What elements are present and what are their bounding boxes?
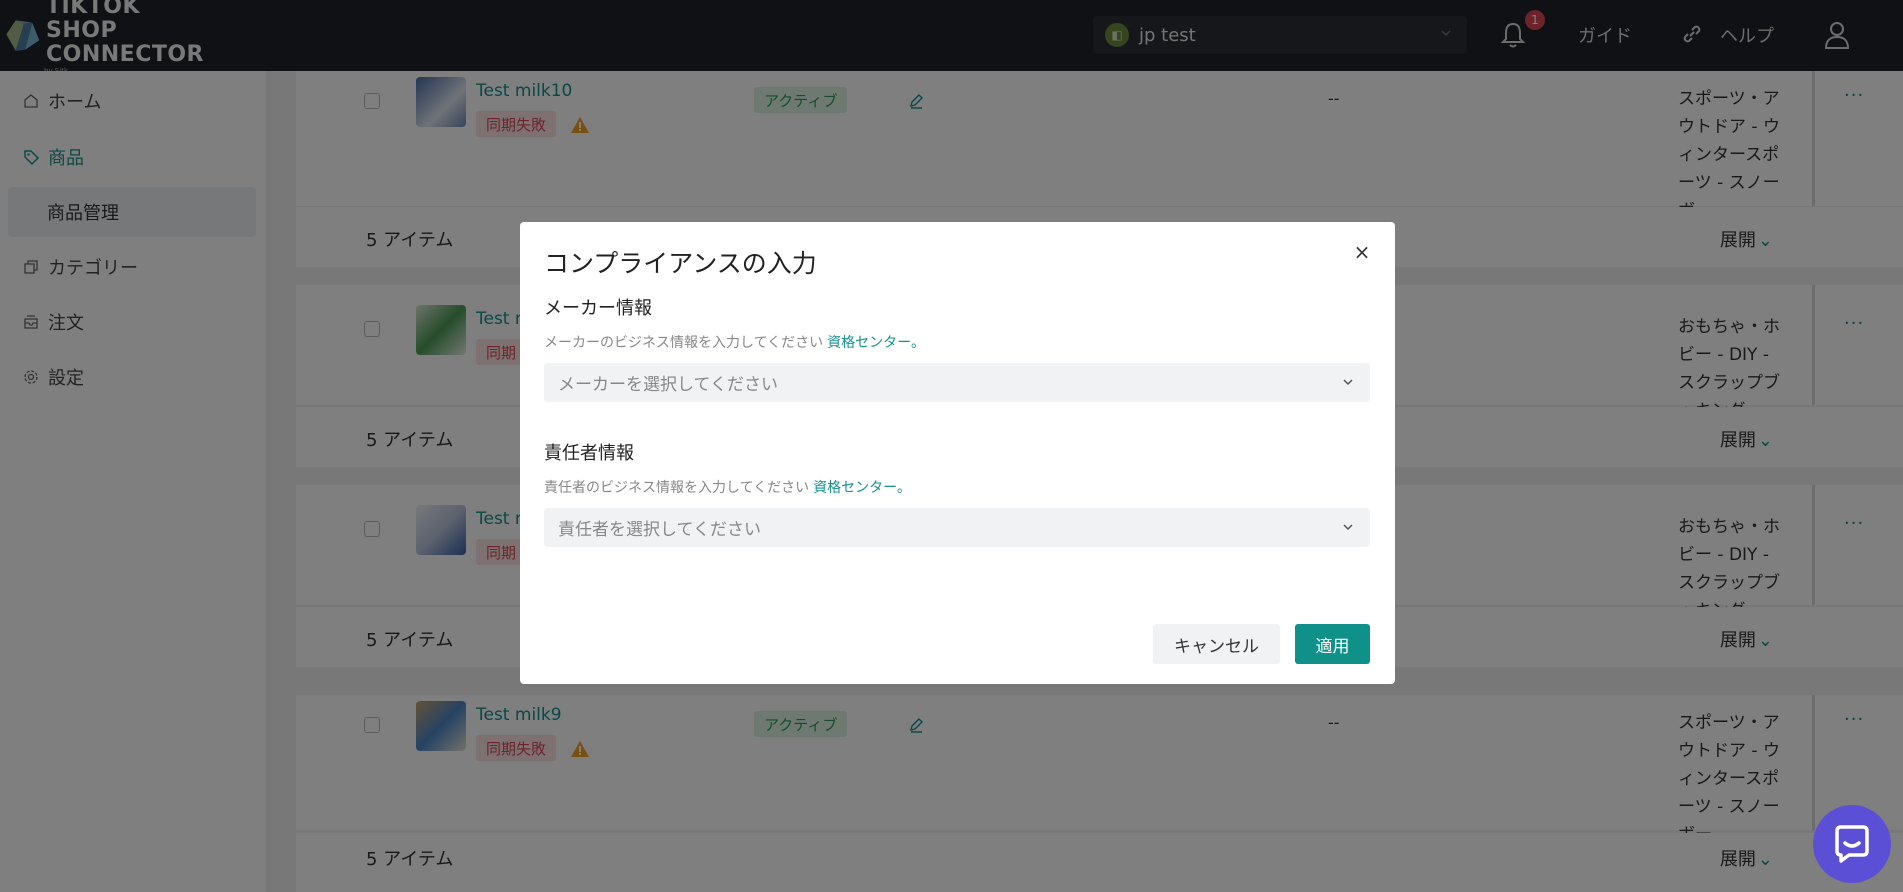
compliance-modal: コンプライアンスの入力 × メーカー情報 メーカーのビジネス情報を入力してくださ… [520,222,1395,684]
close-icon[interactable]: × [1352,240,1372,264]
manufacturer-select[interactable]: メーカーを選択してください [544,363,1370,402]
chevron-down-icon [1343,379,1353,386]
cancel-button[interactable]: キャンセル [1153,624,1280,664]
responsible-hint: 責任者のビジネス情報を入力してください 資格センター。 [544,480,912,496]
manufacturer-hint: メーカーのビジネス情報を入力してください 資格センター。 [544,335,926,351]
apply-button[interactable]: 適用 [1295,624,1370,664]
chat-widget-button[interactable] [1813,805,1891,883]
chevron-down-icon [1343,524,1353,531]
chat-icon [1835,825,1869,863]
modal-title: コンプライアンスの入力 [544,249,817,278]
qualification-center-link[interactable]: 資格センター。 [827,335,925,351]
responsible-section-title: 責任者情報 [544,443,634,464]
qualification-center-link[interactable]: 資格センター。 [813,480,911,496]
manufacturer-section-title: メーカー情報 [544,298,652,319]
responsible-select[interactable]: 責任者を選択してください [544,508,1370,547]
